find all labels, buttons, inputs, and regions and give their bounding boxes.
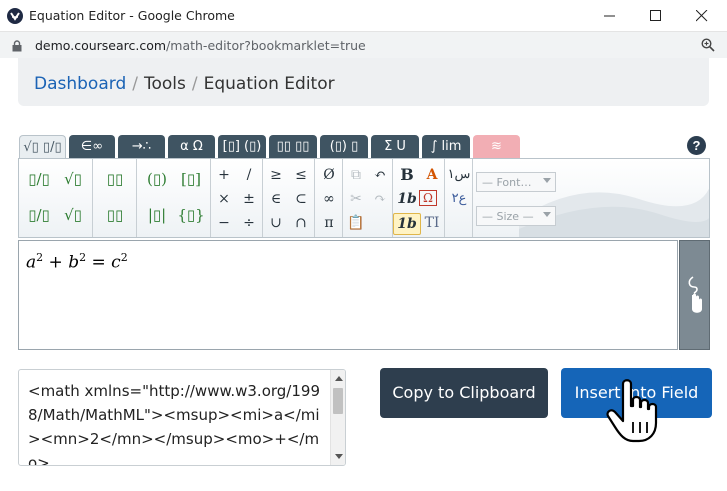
fraction-button[interactable]: ▯/▯: [25, 169, 53, 189]
copy-to-clipboard-button[interactable]: Copy to Clipboard: [380, 368, 548, 418]
empty-set-button[interactable]: Ø: [315, 165, 343, 185]
toolbar-group-symbols: Ø ∞ π: [315, 159, 343, 237]
scroll-up-icon[interactable]: [335, 376, 343, 381]
breadcrumb-tools[interactable]: Tools: [144, 74, 186, 94]
absolute-value-button[interactable]: |▯|: [143, 205, 171, 225]
superscript-button[interactable]: ▯▯: [101, 169, 129, 189]
maximize-button[interactable]: [633, 0, 679, 32]
minus-button[interactable]: −: [210, 213, 238, 233]
mathml-text: <math xmlns="http://www.w3.org/1998/Math…: [28, 382, 320, 466]
undo-icon[interactable]: ↶: [366, 165, 394, 185]
url-text[interactable]: demo.coursearc.com/math-editor?bookmarkl…: [35, 38, 366, 53]
window-titlebar: Equation Editor - Google Chrome: [0, 0, 727, 32]
redo-icon[interactable]: ↷: [366, 189, 394, 209]
tab-integrals-limits[interactable]: ∫ lim: [422, 135, 470, 158]
mathml-scrollbar[interactable]: [330, 370, 345, 465]
coursearc-app-icon: [7, 8, 23, 24]
lock-icon[interactable]: [12, 39, 22, 57]
zoom-icon[interactable]: [701, 38, 715, 57]
handwriting-panel-toggle[interactable]: [679, 240, 710, 350]
hand-cursor-icon: [606, 379, 658, 443]
element-of-button[interactable]: ∈: [262, 189, 290, 209]
nth-root-button[interactable]: √▯: [59, 205, 87, 225]
breadcrumb-separator: /: [191, 74, 198, 94]
text-color-icon[interactable]: A: [418, 165, 446, 185]
toolbar-decoration: [519, 188, 709, 237]
minimize-button[interactable]: [587, 0, 633, 32]
special-characters-icon[interactable]: Ω: [419, 190, 437, 206]
mathml-output[interactable]: <math xmlns="http://www.w3.org/1998/Math…: [18, 369, 346, 466]
tab-arrows[interactable]: →∴: [118, 135, 165, 158]
tab-decorations[interactable]: (▯) ▯: [320, 135, 368, 158]
curly-braces-button[interactable]: {▯}: [177, 205, 205, 225]
plus-minus-button[interactable]: ±: [235, 189, 263, 209]
hand-pointer-icon: [688, 276, 702, 313]
arabic-text-icon[interactable]: س۱: [445, 165, 473, 185]
italic-selected-button[interactable]: 1b: [393, 213, 421, 235]
intersection-button[interactable]: ∩: [287, 213, 315, 233]
division-button[interactable]: ÷: [235, 213, 263, 233]
breadcrumb-equation-editor: Equation Editor: [203, 74, 335, 94]
subscript-button[interactable]: ▯▯: [101, 205, 129, 225]
toolbar-group-format: B A 1b Ω 1b TI: [393, 159, 446, 237]
breadcrumb-bar: Dashboard / Tools / Equation Editor: [18, 58, 709, 106]
scroll-thumb[interactable]: [333, 388, 343, 414]
slash-fraction-button[interactable]: ▯/▯: [25, 205, 53, 225]
toolbar-group-operators: + / × ± − ÷: [210, 159, 263, 237]
italic-button[interactable]: 1b: [393, 189, 421, 209]
tab-fractions-roots[interactable]: √▯ ▯/▯: [19, 135, 66, 159]
bold-button[interactable]: B: [393, 165, 421, 185]
scroll-down-icon[interactable]: [335, 454, 343, 459]
union-button[interactable]: ∪: [262, 213, 290, 233]
tab-greek[interactable]: α Ω: [168, 135, 215, 158]
toolbar-group-clipboard: ⧉ ↶ ✂ ↷ 📋: [342, 159, 394, 237]
tab-matrices[interactable]: [▯] (▯): [218, 135, 266, 158]
paste-icon[interactable]: 📋: [342, 213, 370, 233]
toolbar-group-brackets: (▯) [▯] |▯| {▯}: [137, 159, 211, 237]
equation-text: a2 + b2 = c2: [26, 251, 128, 273]
chevron-down-icon: [543, 212, 551, 217]
square-brackets-button[interactable]: [▯]: [177, 169, 205, 189]
font-select[interactable]: — Font…: [476, 172, 556, 192]
chevron-down-icon: [543, 178, 551, 183]
tab-set-symbols[interactable]: ∈∞: [69, 135, 115, 158]
plus-button[interactable]: +: [210, 165, 238, 185]
divide-slash-button[interactable]: /: [235, 165, 263, 185]
square-root-button[interactable]: √▯: [59, 169, 87, 189]
pi-button[interactable]: π: [315, 213, 343, 233]
infinity-button[interactable]: ∞: [315, 189, 343, 209]
close-button[interactable]: [679, 0, 725, 32]
tab-sums-unions[interactable]: Σ U: [371, 135, 419, 158]
equation-input[interactable]: a2 + b2 = c2: [18, 240, 678, 350]
breadcrumb: Dashboard / Tools / Equation Editor: [34, 74, 335, 94]
subset-button[interactable]: ⊂: [287, 189, 315, 209]
help-icon[interactable]: ?: [687, 136, 706, 155]
toolbar-group-scripts: ▯▯ ▯▯: [93, 159, 137, 237]
tab-layouts[interactable]: ▯▯ ▯▯: [269, 135, 317, 158]
breadcrumb-separator: /: [132, 74, 138, 94]
tab-chemistry[interactable]: ≋: [473, 135, 520, 158]
toolbar-group-arabic: س۱ ع۲: [445, 159, 473, 237]
breadcrumb-dashboard-link[interactable]: Dashboard: [34, 74, 126, 94]
toolbar-group-relations: ≥ ≤ ∈ ⊂ ∪ ∩: [262, 159, 315, 237]
symbol-toolbar: ▯/▯ √▯ ▯/▯ √▯ ▯▯ ▯▯ (▯) [▯] |▯| {▯} + / …: [18, 158, 710, 238]
address-bar[interactable]: demo.coursearc.com/math-editor?bookmarkl…: [0, 32, 727, 58]
size-select[interactable]: — Size —: [476, 206, 556, 226]
less-equal-button[interactable]: ≤: [287, 165, 315, 185]
window-title: Equation Editor - Google Chrome: [29, 8, 235, 23]
times-button[interactable]: ×: [210, 189, 238, 209]
greater-equal-button[interactable]: ≥: [262, 165, 290, 185]
toolbar-group-fractions: ▯/▯ √▯ ▯/▯ √▯: [19, 159, 93, 237]
parentheses-button[interactable]: (▯): [143, 169, 171, 189]
arabic-direction-icon[interactable]: ع۲: [445, 189, 473, 209]
text-mode-button[interactable]: TI: [418, 213, 446, 233]
